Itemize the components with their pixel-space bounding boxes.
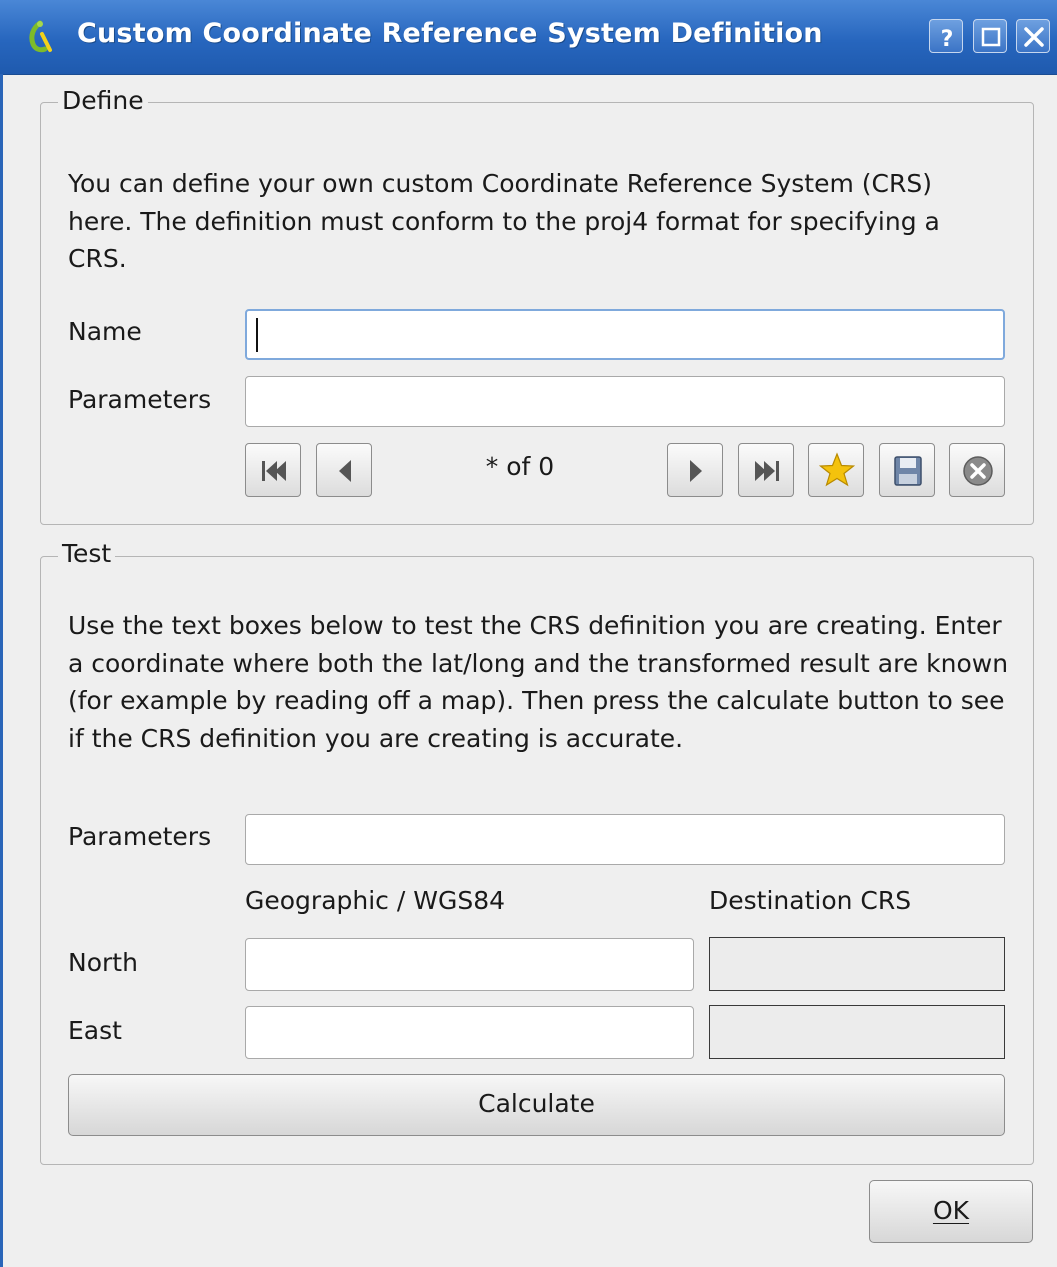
maximize-button[interactable] [973,19,1007,53]
next-icon [690,460,702,482]
define-description: You can define your own custom Coordinat… [68,169,940,273]
last-record-button[interactable] [738,443,794,497]
help-icon: ? [941,27,954,52]
title-bar[interactable]: Custom Coordinate Reference System Defin… [0,0,1057,75]
last-icon [755,461,779,481]
north-input[interactable] [245,938,694,991]
name-label: Name [68,317,142,346]
destination-east-output [709,1005,1005,1059]
first-record-button[interactable] [245,443,301,497]
maximize-icon [981,27,1001,47]
previous-icon [339,460,351,482]
close-icon [1024,27,1044,47]
delete-icon [963,456,993,486]
previous-record-button[interactable] [316,443,372,497]
define-group-title: Define [58,86,148,116]
svg-text:?: ? [941,27,954,52]
name-input[interactable] [245,309,1005,360]
calculate-button[interactable]: Calculate [68,1074,1005,1136]
test-group-title: Test [58,539,116,569]
destination-column-header: Destination CRS [709,886,912,915]
east-label: East [68,1016,122,1045]
destination-north-output [709,937,1005,991]
next-record-button[interactable] [667,443,723,497]
save-icon [894,456,922,486]
close-button[interactable] [1016,19,1050,53]
first-icon [262,461,286,481]
east-input[interactable] [245,1006,694,1059]
parameters-input[interactable] [245,376,1005,427]
save-crs-button[interactable] [879,443,935,497]
text-caret [256,318,258,352]
window-title: Custom Coordinate Reference System Defin… [77,18,823,49]
parameters-label: Parameters [68,385,212,414]
record-counter: * of 0 [485,452,555,481]
help-button[interactable]: ? [929,19,963,53]
test-description: Use the text boxes below to test the CRS… [68,611,1009,753]
test-parameters-input[interactable] [245,814,1005,865]
crs-definition-dialog: Custom Coordinate Reference System Defin… [0,0,1057,1267]
geographic-column-header: Geographic / WGS84 [245,886,506,915]
north-label: North [68,948,138,977]
test-parameters-label: Parameters [68,822,212,851]
window-border [0,74,3,1267]
ok-button[interactable]: OK [869,1180,1033,1243]
delete-crs-button[interactable] [949,443,1005,497]
new-star-icon [818,452,856,487]
qgis-icon [29,20,52,53]
new-crs-button[interactable] [808,443,864,497]
